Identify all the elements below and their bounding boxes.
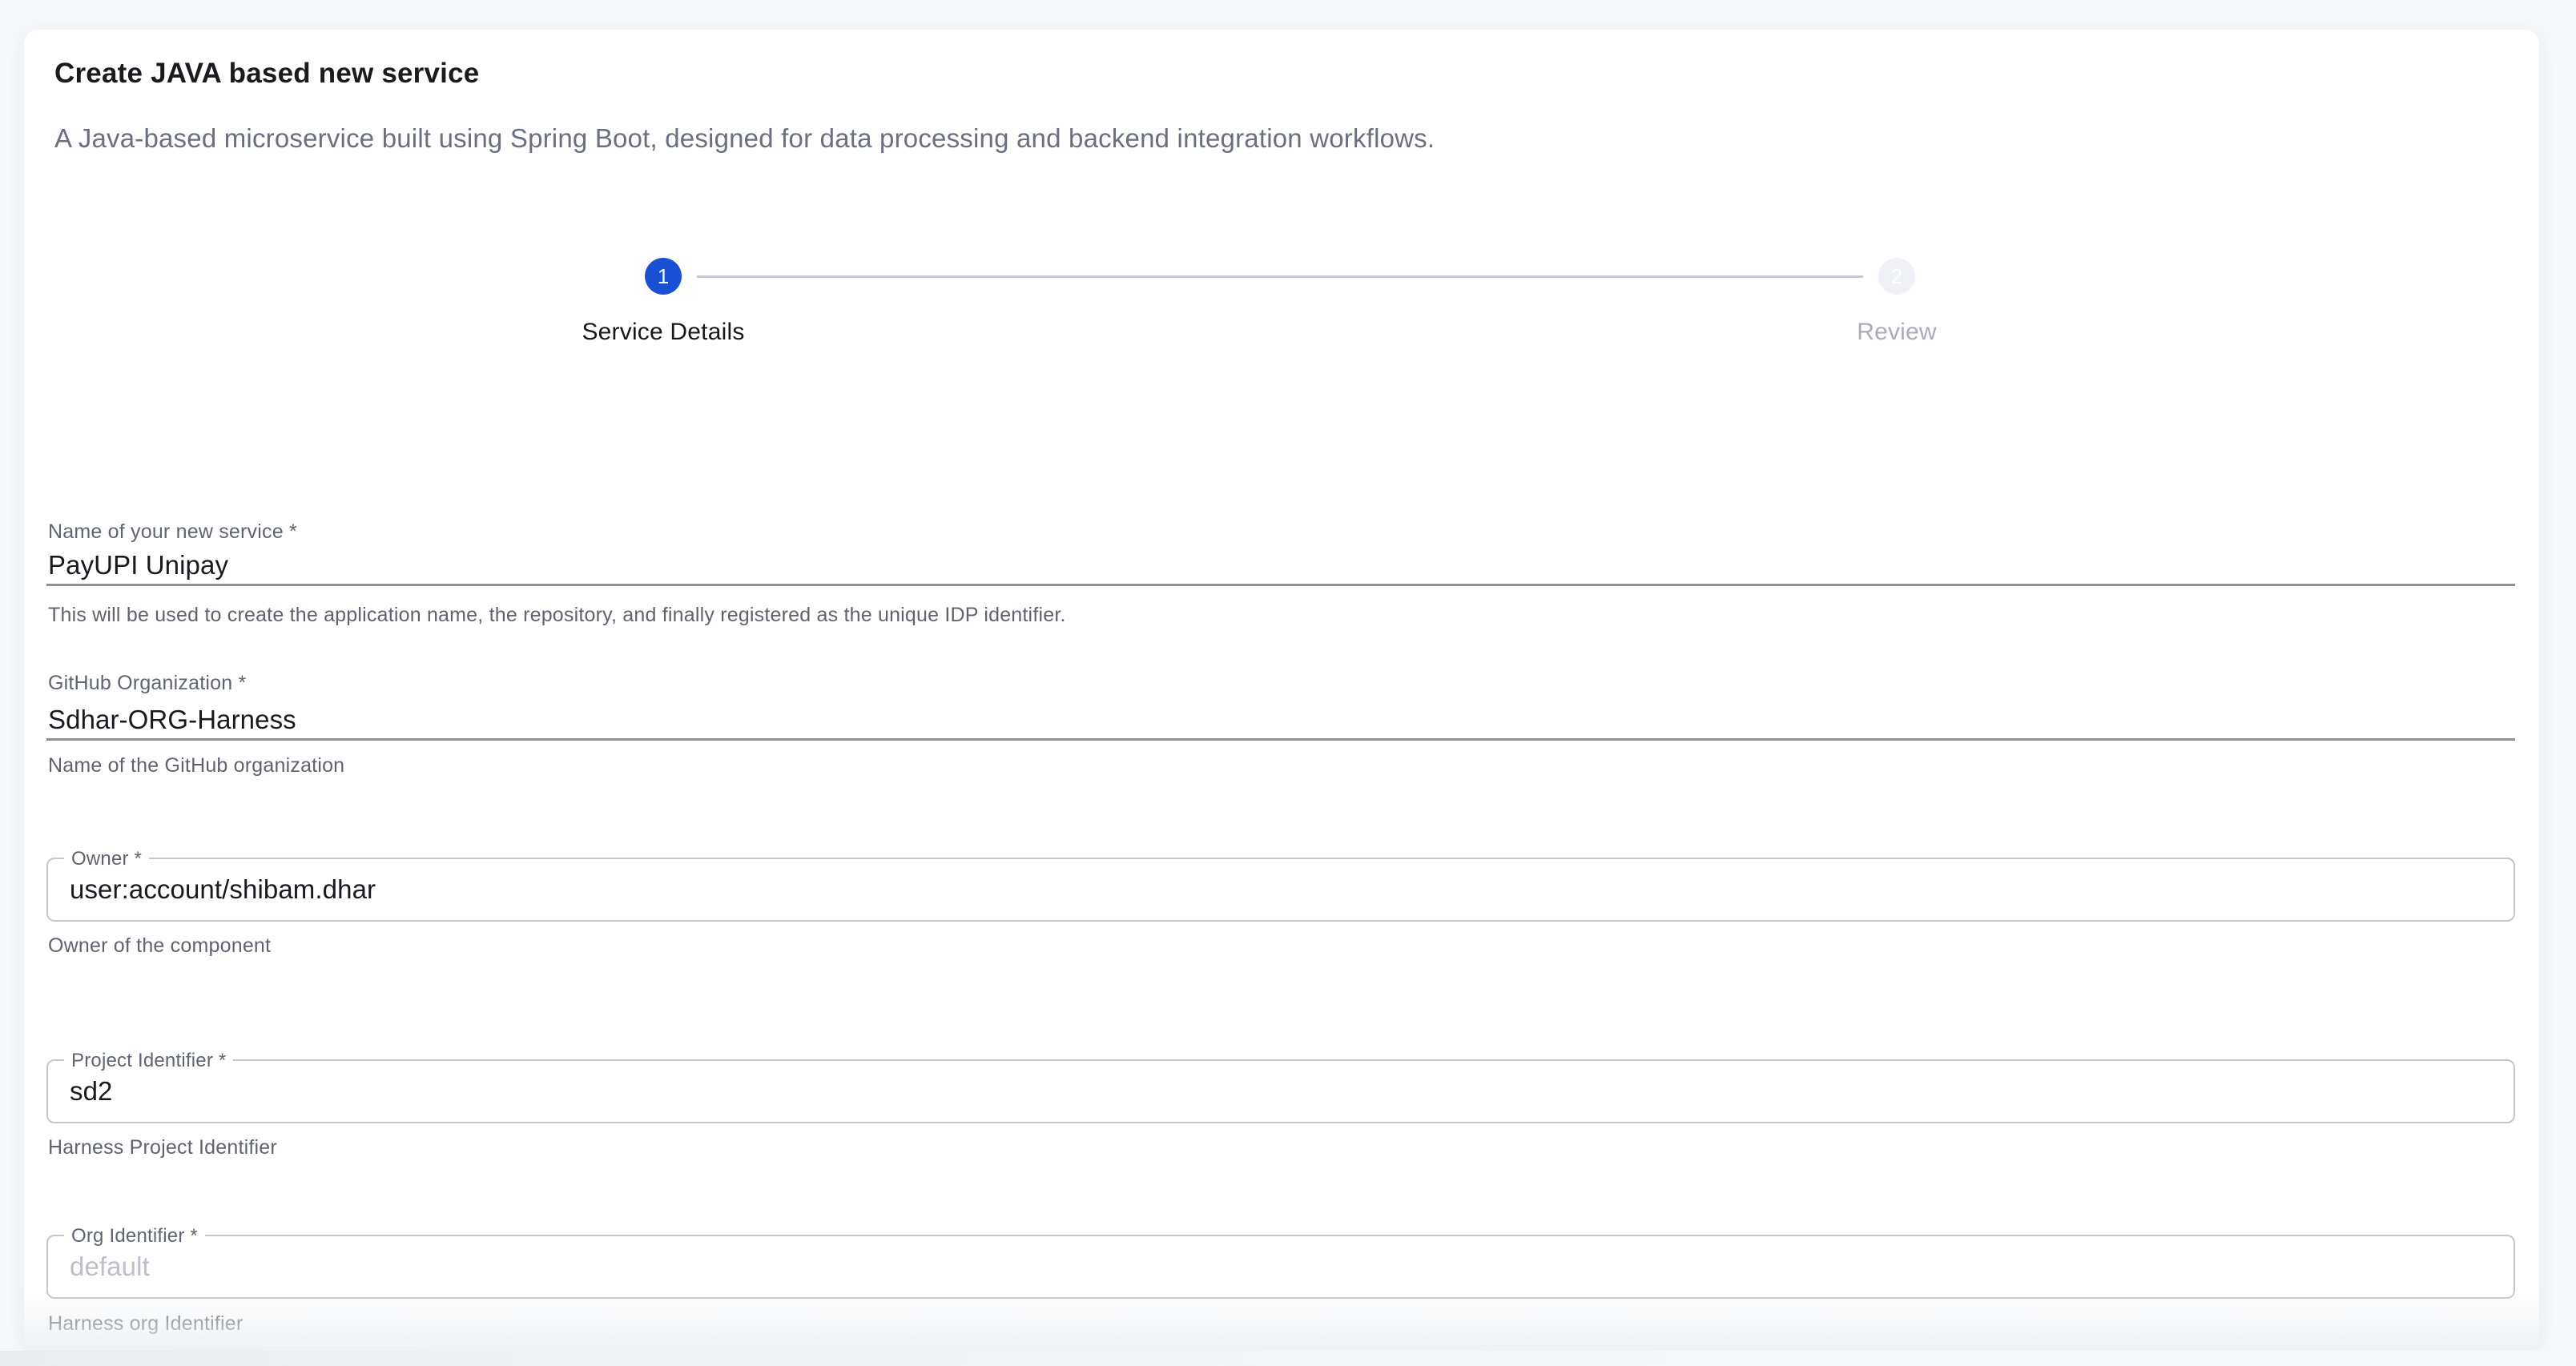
stepper: 1 Service Details 2 Review	[46, 258, 2514, 386]
stepper-connector	[697, 275, 1863, 278]
org-identifier-helper: Harness org Identifier	[48, 1312, 243, 1336]
org-identifier-input[interactable]	[48, 1236, 2514, 1297]
card-bottom-fade	[24, 1291, 2539, 1351]
service-name-field	[46, 546, 2515, 586]
create-service-card: Create JAVA based new service A Java-bas…	[24, 30, 2539, 1351]
owner-field: Owner *	[46, 858, 2515, 922]
service-name-label: Name of your new service *	[48, 520, 297, 544]
project-identifier-helper: Harness Project Identifier	[48, 1136, 277, 1159]
step-2-icon: 2	[1878, 258, 1915, 295]
project-identifier-field: Project Identifier *	[46, 1059, 2515, 1123]
step-1-icon: 1	[645, 258, 682, 295]
step-1-number: 1	[658, 264, 669, 289]
github-org-helper: Name of the GitHub organization	[48, 754, 344, 777]
step-2-number: 2	[1891, 264, 1902, 289]
service-name-helper: This will be used to create the applicat…	[48, 604, 1066, 627]
page-description: A Java-based microservice built using Sp…	[54, 123, 1435, 154]
owner-label: Owner *	[64, 847, 149, 871]
page-title: Create JAVA based new service	[54, 58, 479, 90]
step-1-label: Service Details	[582, 319, 744, 346]
project-identifier-input[interactable]	[48, 1061, 2514, 1122]
org-identifier-label: Org Identifier *	[64, 1224, 205, 1248]
github-org-input[interactable]	[46, 701, 2515, 738]
github-org-label: GitHub Organization *	[48, 672, 246, 695]
org-identifier-field: Org Identifier *	[46, 1235, 2515, 1299]
project-identifier-label: Project Identifier *	[64, 1049, 233, 1073]
page-bottom-strip	[0, 1351, 2576, 1366]
service-name-input[interactable]	[46, 546, 2515, 584]
owner-input[interactable]	[48, 859, 2514, 920]
github-org-field	[46, 701, 2515, 741]
step-2-label: Review	[1857, 319, 1937, 346]
owner-helper: Owner of the component	[48, 934, 271, 958]
